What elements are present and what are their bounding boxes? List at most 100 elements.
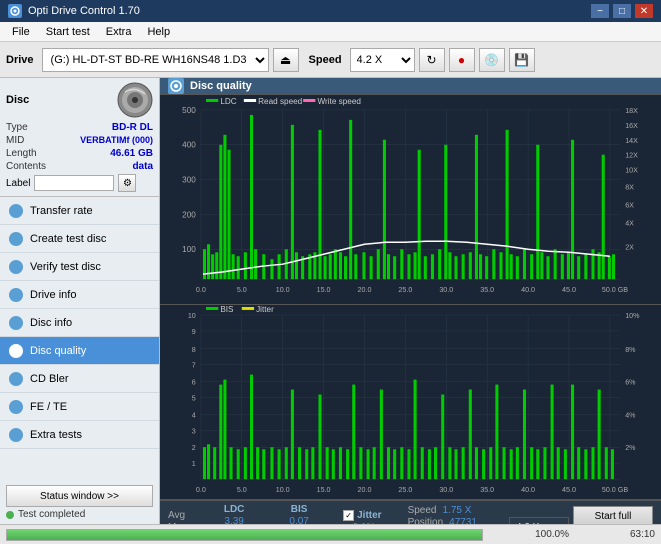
- svg-text:Write speed: Write speed: [317, 97, 360, 106]
- nav-icon: [8, 427, 24, 443]
- eject-button[interactable]: ⏏: [273, 48, 299, 72]
- disc-label-row: Label ⚙: [6, 174, 153, 192]
- nav-icon: [8, 287, 24, 303]
- disc-label-input[interactable]: [34, 175, 114, 191]
- svg-text:14X: 14X: [625, 138, 638, 145]
- disc-button2[interactable]: 💿: [479, 48, 505, 72]
- jitter-checkbox-row: ✓ Jitter: [343, 510, 381, 521]
- svg-text:15.0: 15.0: [317, 487, 331, 494]
- main-area: Disc Type BD-R DL MID: [0, 78, 661, 524]
- jitter-section: ✓ Jitter -0.1% 0.0%: [343, 510, 381, 524]
- svg-text:100: 100: [182, 245, 196, 254]
- svg-text:8: 8: [192, 347, 196, 354]
- ldc-header: LDC: [224, 504, 245, 515]
- svg-text:5: 5: [192, 396, 196, 403]
- svg-text:18X: 18X: [625, 108, 638, 115]
- ldc-chart: 500 400 300 200 100 18X 16X 14X 12X 10X …: [160, 95, 661, 305]
- speed-label: Speed: [309, 54, 342, 66]
- svg-text:0.0: 0.0: [196, 487, 206, 494]
- svg-text:50.0 GB: 50.0 GB: [602, 287, 629, 294]
- nav-item-extra-tests[interactable]: Extra tests: [0, 421, 159, 449]
- disc-image: [117, 82, 153, 118]
- menu-file[interactable]: File: [4, 25, 38, 39]
- svg-text:5.0: 5.0: [237, 287, 247, 294]
- bottom-bar: 100.0% 63:10: [0, 524, 661, 544]
- disc-mid-row: MID VERBATIMf (000): [6, 135, 153, 146]
- svg-text:BIS: BIS: [220, 305, 233, 314]
- position-val: 47731 MB: [449, 517, 489, 525]
- svg-text:2: 2: [192, 445, 196, 452]
- nav-icon: [8, 343, 24, 359]
- nav-item-disc-quality[interactable]: Disc quality: [0, 337, 159, 365]
- status-window-button[interactable]: Status window >>: [6, 485, 153, 507]
- nav-item-cd-bler[interactable]: CD Bler: [0, 365, 159, 393]
- menu-start-test[interactable]: Start test: [38, 25, 98, 39]
- disc-quality-header: Disc quality: [160, 78, 661, 95]
- disc-header: Disc: [6, 82, 153, 118]
- position-key: Position: [408, 517, 444, 525]
- sidebar: Disc Type BD-R DL MID: [0, 78, 160, 524]
- disc-button1[interactable]: ●: [449, 48, 475, 72]
- title-bar-left: Opti Drive Control 1.70: [8, 4, 140, 18]
- refresh-button[interactable]: ↻: [419, 48, 445, 72]
- stats-bar: Avg Max Total LDC 3.39 460 2589551 BIS 0…: [160, 500, 661, 524]
- content-area: Disc quality: [160, 78, 661, 524]
- speed-key: Speed: [408, 505, 437, 516]
- drive-select[interactable]: (G:) HL-DT-ST BD-RE WH16NS48 1.D3: [42, 48, 269, 72]
- menu-bar: File Start test Extra Help: [0, 22, 661, 42]
- svg-text:LDC: LDC: [220, 97, 237, 106]
- menu-help[interactable]: Help: [139, 25, 178, 39]
- maximize-button[interactable]: □: [613, 4, 631, 18]
- svg-text:10: 10: [188, 313, 196, 320]
- svg-text:40.0: 40.0: [521, 287, 535, 294]
- start-full-button[interactable]: Start full: [573, 506, 653, 524]
- disc-quality-title: Disc quality: [190, 80, 252, 92]
- scan-speed-select[interactable]: 4.2 X: [509, 517, 569, 525]
- nav-item-fe-te[interactable]: FE / TE: [0, 393, 159, 421]
- minimize-button[interactable]: −: [591, 4, 609, 18]
- svg-text:45.0: 45.0: [562, 287, 576, 294]
- menu-extra[interactable]: Extra: [98, 25, 140, 39]
- ldc-chart-svg: 500 400 300 200 100 18X 16X 14X 12X 10X …: [160, 95, 661, 304]
- svg-text:12X: 12X: [625, 153, 638, 160]
- nav-item-label: Disc quality: [30, 345, 86, 357]
- svg-text:1: 1: [192, 461, 196, 468]
- nav-item-drive-info[interactable]: Drive info: [0, 281, 159, 309]
- avg-label: Avg: [168, 510, 189, 521]
- jitter-checkbox[interactable]: ✓: [343, 510, 354, 521]
- bis-avg: 0.07: [289, 516, 308, 524]
- close-button[interactable]: ✕: [635, 4, 653, 18]
- svg-text:35.0: 35.0: [480, 287, 494, 294]
- bis-header: BIS: [291, 504, 308, 515]
- nav-icon: [8, 203, 24, 219]
- nav-item-label: Disc info: [30, 317, 72, 329]
- svg-text:9: 9: [192, 329, 196, 336]
- progress-bar: [6, 529, 483, 541]
- svg-text:35.0: 35.0: [480, 487, 494, 494]
- svg-text:300: 300: [182, 176, 196, 185]
- disc-title: Disc: [6, 94, 29, 106]
- nav-item-label: Drive info: [30, 289, 76, 301]
- svg-text:6: 6: [192, 380, 196, 387]
- nav-menu: Transfer rateCreate test discVerify test…: [0, 197, 159, 449]
- svg-text:10.0: 10.0: [276, 487, 290, 494]
- disc-type-row: Type BD-R DL: [6, 122, 153, 133]
- speed-row: Speed 1.75 X: [408, 505, 489, 516]
- start-buttons: Start full Start part: [573, 506, 653, 524]
- nav-item-transfer-rate[interactable]: Transfer rate: [0, 197, 159, 225]
- toolbar: Drive (G:) HL-DT-ST BD-RE WH16NS48 1.D3 …: [0, 42, 661, 78]
- app-icon: [8, 4, 22, 18]
- speed-val: 1.75 X: [443, 505, 472, 516]
- svg-text:30.0: 30.0: [439, 287, 453, 294]
- drive-label: Drive: [6, 54, 34, 66]
- svg-text:10X: 10X: [625, 168, 638, 175]
- svg-text:45.0: 45.0: [562, 487, 576, 494]
- nav-item-verify-test-disc[interactable]: Verify test disc: [0, 253, 159, 281]
- save-button[interactable]: 💾: [509, 48, 535, 72]
- disc-label-btn[interactable]: ⚙: [118, 174, 136, 192]
- nav-item-create-test-disc[interactable]: Create test disc: [0, 225, 159, 253]
- disc-quality-icon: [168, 78, 184, 94]
- speed-select[interactable]: 4.2 X: [350, 48, 415, 72]
- svg-text:20.0: 20.0: [358, 487, 372, 494]
- nav-item-disc-info[interactable]: Disc info: [0, 309, 159, 337]
